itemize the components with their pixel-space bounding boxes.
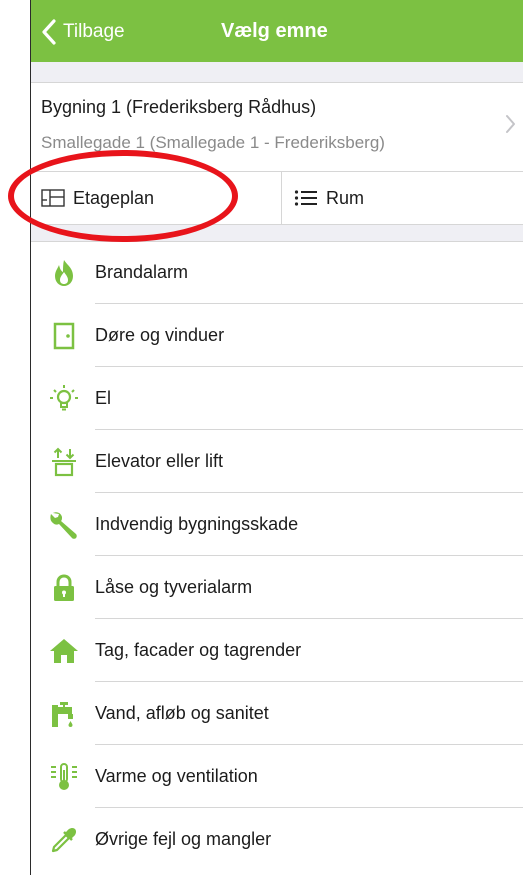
tab-etageplan[interactable]: Etageplan xyxy=(31,172,282,224)
chevron-right-icon xyxy=(506,115,515,133)
section-spacer xyxy=(31,224,523,242)
item-label: Øvrige fejl og mangler xyxy=(95,829,272,849)
flame-icon xyxy=(49,258,79,288)
list-item[interactable]: El xyxy=(31,367,523,430)
page-title: Vælg emne xyxy=(221,20,328,42)
list-item[interactable]: Vand, afløb og sanitet xyxy=(31,682,523,745)
tab-label: Rum xyxy=(326,187,365,208)
tab-label: Etageplan xyxy=(73,187,155,208)
app-screen: Tilbage Vælg emne Bygning 1 (Frederiksbe… xyxy=(30,0,523,875)
door-icon xyxy=(49,321,79,351)
list-item[interactable]: Brandalarm xyxy=(31,241,523,304)
list-item[interactable]: Tag, facader og tagrender xyxy=(31,619,523,682)
floorplan-icon xyxy=(41,189,65,207)
item-label: Varme og ventilation xyxy=(95,766,258,786)
item-label: El xyxy=(95,388,112,408)
thermometer-icon xyxy=(49,762,79,792)
view-tabs: Etageplan Rum xyxy=(31,172,523,224)
navigation-bar: Tilbage Vælg emne xyxy=(31,0,523,62)
category-list: Brandalarm Døre og vinduer El Elevator e… xyxy=(31,241,523,871)
item-label: Indvendig bygningsskade xyxy=(95,514,299,534)
building-selector[interactable]: Bygning 1 (Frederiksberg Rådhus) Smalleg… xyxy=(31,83,523,171)
item-label: Tag, facader og tagrender xyxy=(95,640,302,660)
header-spacer xyxy=(31,62,523,83)
building-name: Bygning 1 (Frederiksberg Rådhus) xyxy=(41,97,317,117)
list-item[interactable]: Varme og ventilation xyxy=(31,745,523,808)
lightbulb-icon xyxy=(49,384,79,414)
elevator-icon xyxy=(49,447,79,477)
faucet-icon xyxy=(49,699,79,729)
tab-rum[interactable]: Rum xyxy=(282,172,523,224)
back-button[interactable]: Tilbage xyxy=(41,18,125,46)
list-item[interactable]: Døre og vinduer xyxy=(31,304,523,367)
item-label: Låse og tyverialarm xyxy=(95,577,253,597)
chevron-left-icon xyxy=(42,19,56,45)
item-label: Døre og vinduer xyxy=(95,325,225,345)
house-icon xyxy=(49,636,79,666)
wrench-icon xyxy=(49,510,79,540)
list-item[interactable]: Indvendig bygningsskade xyxy=(31,493,523,556)
list-item[interactable]: Låse og tyverialarm xyxy=(31,556,523,619)
building-address: Smallegade 1 (Smallegade 1 - Frederiksbe… xyxy=(41,133,385,152)
list-icon xyxy=(294,190,317,206)
padlock-icon xyxy=(49,573,79,603)
pipette-icon xyxy=(49,825,79,855)
item-label: Elevator eller lift xyxy=(95,451,224,471)
item-label: Vand, afløb og sanitet xyxy=(95,703,269,723)
item-label: Brandalarm xyxy=(95,262,189,282)
list-item[interactable]: Elevator eller lift xyxy=(31,430,523,493)
back-label: Tilbage xyxy=(63,21,125,42)
list-item[interactable]: Øvrige fejl og mangler xyxy=(31,808,523,871)
